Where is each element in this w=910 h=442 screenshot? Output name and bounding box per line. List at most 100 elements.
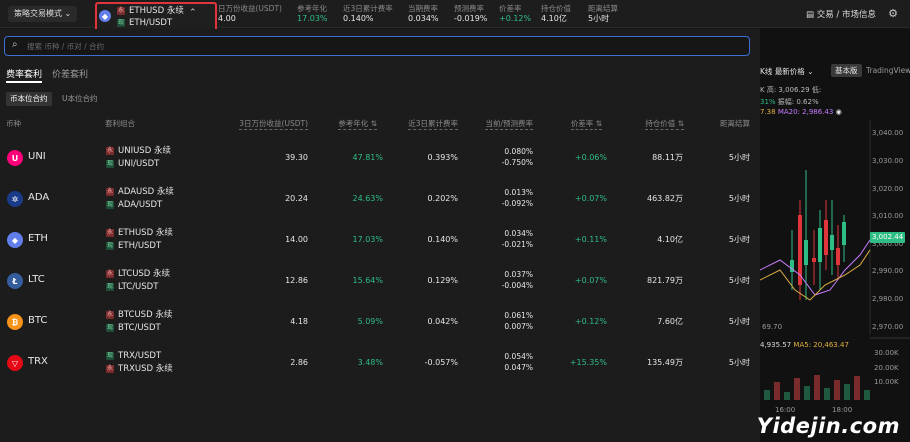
settlement-value: 5小时 — [728, 235, 750, 244]
arbitrage-panel: ⌕ 搜索 币种 / 币对 / 合约 费率套利 价差套利 币本位合约 U本位合约 … — [0, 29, 760, 442]
col-current-predicted-rate[interactable]: 当前/预测费率 — [485, 118, 533, 130]
col-3day-earnings[interactable]: 3日万份收益(USDT) — [239, 118, 308, 130]
contract-tag-icon: 现 — [106, 159, 114, 168]
apy-value: 24.63% — [352, 194, 383, 203]
volume-bar — [844, 384, 850, 400]
cum-rate-value: 0.129% — [427, 276, 458, 285]
apy-value: 3.48% — [357, 358, 383, 367]
chevron-down-icon: ⌄ — [807, 67, 814, 76]
basic-version-button[interactable]: 基本版 — [831, 64, 862, 77]
combo-leg2-label: LTC/USDT — [118, 282, 159, 292]
trx-icon: ▽ — [7, 355, 23, 371]
chart-interval-label[interactable]: K线 — [760, 67, 772, 76]
sort-icon: ⇅ — [677, 119, 684, 128]
trade-market-info-link[interactable]: ▤ 交易 / 市场信息 — [806, 8, 876, 20]
settings-icon[interactable]: ⚙ — [888, 7, 898, 20]
combo-leg2: 永 TRXUSD 永续 — [106, 363, 173, 375]
spread-value: +0.07% — [574, 194, 607, 203]
apy-value: 47.81% — [352, 153, 383, 162]
spread-value: +0.11% — [574, 235, 607, 244]
predicted-rate-value: -0.750% — [501, 158, 533, 167]
stat-value: 0.034% — [408, 14, 439, 23]
current-rate-value: 0.080% — [504, 147, 533, 156]
earnings-value: 39.30 — [285, 153, 308, 162]
sort-icon: ⇅ — [370, 119, 377, 128]
strategy-mode-dropdown[interactable]: 策略交易模式 ⌄ — [8, 6, 78, 22]
current-rate-value: 0.013% — [504, 188, 533, 197]
perp-tag-icon: 永 — [117, 6, 125, 15]
earnings-value: 12.86 — [285, 276, 308, 285]
contract-tag-icon: 永 — [106, 269, 114, 278]
subtab-coin-margined[interactable]: 币本位合约 — [6, 92, 52, 106]
stat-label: 参考年化 — [297, 4, 327, 13]
spot-tag-icon: 现 — [117, 18, 125, 27]
stat-label: 价差率 — [499, 4, 522, 13]
stat-value: +0.12% — [499, 14, 532, 23]
contract-tag-icon: 永 — [106, 364, 114, 373]
stat-value: 4.10亿 — [541, 14, 567, 23]
chevron-down-icon: ⌄ — [64, 9, 72, 18]
watermark: Yidejin.com — [756, 414, 900, 438]
position-value: 4.10亿 — [657, 235, 683, 244]
stat-value: 0.140% — [343, 14, 374, 23]
combo-leg2-label: ADA/USDT — [118, 200, 163, 210]
col-3day-cum-rate[interactable]: 近3日累计费率 — [408, 118, 458, 130]
combo-leg1: 永 UNIUSD 永续 — [106, 145, 171, 157]
contract-tag-icon: 永 — [106, 310, 114, 319]
col-apy[interactable]: 参考年化 ⇅ — [338, 118, 377, 130]
col-position-value[interactable]: 持仓价值 ⇅ — [645, 118, 684, 130]
stat-item: 持仓价值 4.10亿 — [541, 4, 571, 24]
position-value: 463.82万 — [647, 194, 683, 203]
search-input[interactable]: ⌕ 搜索 币种 / 币对 / 合约 — [4, 36, 750, 56]
stat-label: 近3日累计费率 — [343, 4, 393, 13]
current-rate-value: 0.037% — [504, 270, 533, 279]
chevron-up-icon: ⌃ — [189, 8, 197, 18]
ma20-value: MA20: 2,986.43 — [777, 108, 834, 116]
candle-body — [836, 248, 840, 265]
tab-funding-rate-arbitrage[interactable]: 费率套利 — [6, 67, 42, 80]
ma20-line — [760, 239, 871, 296]
combo-leg2: 现 ETH/USDT — [106, 240, 161, 252]
price-tick: 2,990.00 — [872, 267, 904, 275]
cum-rate-value: 0.042% — [427, 317, 458, 326]
combo-leg1-label: LTCUSD 永续 — [118, 269, 171, 279]
price-tick: 3,010.00 — [872, 212, 904, 220]
stat-label: 预测费率 — [454, 4, 484, 13]
candle-body — [804, 240, 808, 265]
price-mode-dropdown[interactable]: 最新价格 — [775, 67, 805, 76]
cum-rate-value: 0.140% — [427, 235, 458, 244]
tab-spread-arbitrage[interactable]: 价差套利 — [52, 67, 88, 80]
volume-tick: 10.00K — [874, 378, 899, 386]
current-rate-value: 0.034% — [504, 229, 533, 238]
combo-leg2: 现 UNI/USDT — [106, 158, 159, 170]
stat-label: 距离结算 — [588, 4, 618, 13]
price-tick: 2,980.00 — [872, 295, 904, 303]
settlement-value: 5小时 — [728, 317, 750, 326]
coin-symbol: ETH — [28, 233, 48, 244]
col-spread[interactable]: 价差率 ⇅ — [570, 118, 602, 130]
combo-leg2-label: BTC/USDT — [118, 323, 161, 333]
volume-tick: 30.00K — [874, 349, 899, 357]
position-value: 135.49万 — [647, 358, 683, 367]
pair-selector[interactable]: ◆ 永 ETHUSD 永续 现 ETH/USDT ⌃ — [95, 2, 217, 32]
contract-tag-icon: 现 — [106, 351, 114, 360]
price-tick: 3,020.00 — [872, 185, 904, 193]
eth-icon: ◆ — [7, 232, 23, 248]
candle-body — [812, 258, 816, 262]
volume-bar — [804, 386, 810, 400]
eye-icon[interactable]: ◉ — [836, 108, 842, 116]
combo-leg1-label: UNIUSD 永续 — [118, 146, 171, 156]
coin-symbol: BTC — [28, 315, 48, 326]
stat-label: 日万份收益(USDT) — [218, 4, 282, 13]
volume-bar — [764, 390, 770, 400]
position-value: 88.11万 — [652, 153, 683, 162]
tradingview-button[interactable]: TradingView — [866, 66, 910, 75]
stat-item: 近3日累计费率 0.140% — [343, 4, 393, 24]
ma-line — [760, 249, 871, 301]
subtab-usdt-margined[interactable]: U本位合约 — [58, 92, 102, 106]
document-icon: ▤ — [805, 10, 815, 20]
volume-bar — [834, 380, 840, 400]
price-tick: 3,030.00 — [872, 157, 904, 165]
predicted-rate-value: -0.004% — [501, 281, 533, 290]
contract-tag-icon: 现 — [106, 200, 114, 209]
